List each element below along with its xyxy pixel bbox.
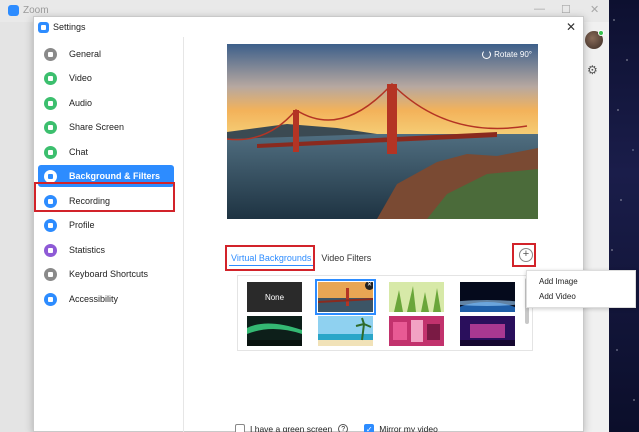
sidebar-item-statistics[interactable]: Statistics — [38, 239, 174, 261]
settings-content: Rotate 90° Virtual Backgrounds Video Fil… — [185, 37, 584, 432]
thumbnail-aurora[interactable] — [247, 316, 302, 346]
sidebar-item-audio[interactable]: Audio — [38, 92, 174, 114]
zoom-app-icon — [8, 5, 19, 16]
sidebar-item-label: Keyboard Shortcuts — [69, 269, 149, 279]
tab-virtual-backgrounds[interactable]: Virtual Backgrounds — [229, 251, 314, 266]
rotate-icon — [482, 50, 492, 59]
sidebar-item-label: Profile — [69, 220, 95, 230]
sidebar-item-label: Accessibility — [69, 294, 119, 304]
settings-sidebar: General Video Audio Share Screen Chat Backgro… — [34, 37, 184, 432]
sidebar-item-chat[interactable]: Chat — [38, 141, 174, 163]
mirror-video-label: Mirror my video — [379, 424, 438, 432]
sidebar-item-recording[interactable]: Recording — [38, 190, 174, 212]
sidebar-item-label: Audio — [69, 98, 93, 108]
headphones-icon — [44, 96, 57, 110]
rotate-button[interactable]: Rotate 90° — [482, 50, 532, 59]
menu-item-add-video[interactable]: Add Video — [539, 292, 576, 301]
gear-icon — [44, 47, 57, 61]
statistics-icon — [44, 243, 57, 257]
settings-footer: I have a green screen ? ✓ Mirror my vide… — [235, 424, 438, 432]
sidebar-item-label: Statistics — [69, 245, 106, 255]
green-screen-label: I have a green screen — [250, 424, 333, 432]
golden-gate-preview-image — [227, 44, 538, 219]
zoom-app-title: Zoom — [23, 5, 49, 16]
zoom-settings-icon — [38, 21, 49, 33]
sidebar-item-label: Background & Filters — [69, 171, 161, 181]
video-preview: Rotate 90° — [227, 44, 538, 219]
background-tabs: Virtual Backgrounds Video Filters — [229, 249, 373, 267]
main-close-icon[interactable]: ✕ — [590, 3, 599, 16]
thumbnail-pink-room[interactable] — [389, 316, 444, 346]
sidebar-item-video[interactable]: Video — [38, 67, 174, 89]
keyboard-icon — [44, 267, 57, 281]
sidebar-item-label: Share Screen — [69, 122, 125, 132]
sidebar-item-profile[interactable]: Profile — [38, 214, 174, 236]
profile-icon — [44, 218, 57, 232]
main-right-panel — [582, 22, 609, 432]
green-screen-checkbox[interactable] — [235, 424, 245, 432]
sidebar-item-keyboard-shortcuts[interactable]: Keyboard Shortcuts — [38, 263, 174, 285]
gear-icon[interactable]: ⚙ — [587, 63, 598, 77]
sidebar-item-share-screen[interactable]: Share Screen — [38, 116, 174, 138]
accessibility-icon — [44, 292, 57, 306]
sidebar-item-general[interactable]: General — [38, 43, 174, 65]
background-thumbnails: None ✕ — [237, 275, 533, 351]
window-title: Settings — [53, 22, 86, 32]
sidebar-item-label: Chat — [69, 147, 89, 157]
video-icon — [44, 71, 57, 85]
add-background-button[interactable]: + — [519, 248, 533, 262]
thumbnail-grass[interactable] — [389, 282, 444, 312]
desktop-wallpaper — [609, 0, 639, 432]
settings-titlebar: Settings ✕ — [34, 17, 583, 37]
sidebar-item-background-filters[interactable]: Background & Filters — [38, 165, 174, 187]
maximize-icon[interactable]: ☐ — [561, 3, 571, 16]
sidebar-item-label: Recording — [69, 196, 111, 206]
mirror-video-checkbox[interactable]: ✓ — [364, 424, 375, 432]
thumbnail-none[interactable]: None — [247, 282, 302, 312]
menu-item-add-image[interactable]: Add Image — [539, 277, 578, 286]
avatar[interactable] — [585, 30, 604, 49]
settings-window: Settings ✕ General Video Audio Share Screen… — [33, 16, 584, 432]
recording-icon — [44, 194, 57, 208]
sidebar-item-label: Video — [69, 73, 92, 83]
close-icon[interactable]: ✕ — [566, 20, 576, 34]
remove-background-icon[interactable]: ✕ — [365, 282, 373, 290]
share-screen-icon — [44, 120, 57, 134]
minimize-icon[interactable]: — — [534, 3, 545, 15]
thumbnail-beach[interactable] — [318, 316, 373, 346]
help-icon[interactable]: ? — [338, 424, 349, 432]
tab-video-filters[interactable]: Video Filters — [319, 251, 373, 265]
sidebar-item-accessibility[interactable]: Accessibility — [38, 288, 174, 310]
sidebar-item-label: General — [69, 49, 102, 59]
background-icon — [44, 169, 57, 183]
thumbnail-golden-gate[interactable]: ✕ — [315, 279, 376, 315]
chat-icon — [44, 145, 57, 159]
online-status-dot — [598, 30, 604, 36]
thumbnail-stage[interactable] — [460, 316, 515, 346]
add-background-menu: Add Image Add Video — [526, 270, 636, 308]
thumbnail-earth[interactable] — [460, 282, 515, 312]
